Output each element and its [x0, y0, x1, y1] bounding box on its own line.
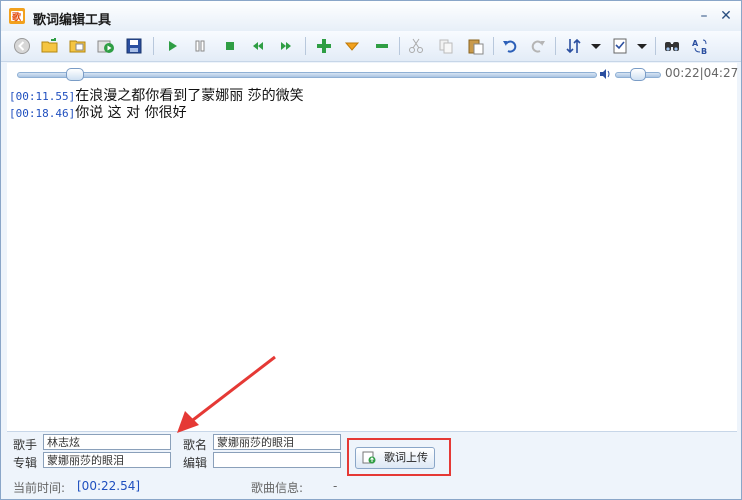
- annotation-highlight-box: [347, 438, 451, 476]
- time-readout: 00:22|04:27: [665, 66, 739, 80]
- open-file-icon[interactable]: [69, 37, 87, 55]
- lyric-editor-window: 歌 歌词编辑工具 – ✕ A B 00:22|04:27 [00:11.55]在…: [0, 0, 742, 500]
- toolbar-separator: [555, 37, 556, 55]
- svg-text:B: B: [701, 47, 707, 55]
- app-icon: 歌: [9, 8, 25, 24]
- current-time: 00:22: [665, 66, 700, 80]
- stop-icon[interactable]: [221, 37, 239, 55]
- album-label: 专辑: [13, 456, 38, 470]
- lyric-line[interactable]: [00:18.46]你说 这 对 你很好: [9, 102, 187, 121]
- forward-icon[interactable]: [277, 37, 295, 55]
- redo-icon[interactable]: [529, 37, 547, 55]
- song-info-label: 歌曲信息:: [251, 481, 304, 495]
- toolbar-separator: [153, 37, 154, 55]
- copy-icon[interactable]: [437, 37, 455, 55]
- song-info-value: -: [333, 479, 338, 493]
- window-title: 歌词编辑工具: [33, 13, 112, 28]
- svg-text:歌: 歌: [12, 11, 22, 23]
- paste-icon[interactable]: [467, 37, 485, 55]
- lyric-line[interactable]: [00:11.55]在浪漫之都你看到了蒙娜丽 莎的微笑: [9, 85, 304, 104]
- minimize-button[interactable]: –: [695, 7, 713, 25]
- annotation-arrow: [177, 355, 276, 433]
- undo-icon[interactable]: [501, 37, 519, 55]
- dropdown-icon[interactable]: [633, 37, 651, 55]
- insert-down-icon[interactable]: [343, 37, 361, 55]
- title-bar: 歌 歌词编辑工具 – ✕: [1, 1, 741, 31]
- status-bar: 当前时间: [00:22.54] 歌曲信息: -: [1, 473, 741, 499]
- toolbar-separator: [655, 37, 656, 55]
- pause-icon[interactable]: [191, 37, 209, 55]
- lyric-timestamp: [00:18.46]: [9, 107, 76, 120]
- toolbar: A B: [1, 31, 741, 62]
- open-folder-icon[interactable]: [41, 37, 59, 55]
- current-time-label: 当前时间:: [13, 481, 66, 495]
- volume-slider-thumb[interactable]: [630, 68, 646, 81]
- checklist-icon[interactable]: [611, 37, 629, 55]
- singer-label: 歌手: [13, 438, 38, 452]
- song-title-label: 歌名: [183, 438, 208, 452]
- editor-field[interactable]: [213, 452, 341, 468]
- add-icon[interactable]: [315, 37, 333, 55]
- replace-icon[interactable]: A B: [691, 37, 709, 55]
- toolbar-separator: [493, 37, 494, 55]
- play-file-icon[interactable]: [97, 37, 115, 55]
- close-button[interactable]: ✕: [717, 7, 735, 25]
- cut-icon[interactable]: [407, 37, 425, 55]
- lyric-text: 你说 这 对 你很好: [75, 105, 187, 121]
- svg-text:A: A: [692, 39, 699, 48]
- sort-icon[interactable]: [565, 37, 583, 55]
- toolbar-separator: [305, 37, 306, 55]
- seek-slider[interactable]: [17, 72, 597, 78]
- back-icon[interactable]: [13, 37, 31, 55]
- current-time-value: [00:22.54]: [77, 479, 141, 493]
- volume-icon[interactable]: [599, 68, 611, 80]
- total-time: 04:27: [703, 66, 739, 80]
- play-icon[interactable]: [163, 37, 181, 55]
- toolbar-separator: [399, 37, 400, 55]
- singer-field[interactable]: 林志炫: [43, 434, 171, 450]
- seek-slider-thumb[interactable]: [66, 68, 84, 81]
- dropdown-icon[interactable]: [587, 37, 605, 55]
- lyrics-editor[interactable]: [00:11.55]在浪漫之都你看到了蒙娜丽 莎的微笑 [00:18.46]你说…: [7, 85, 737, 432]
- editor-label: 编辑: [183, 456, 208, 470]
- player-bar: 00:22|04:27: [7, 63, 739, 85]
- rewind-icon[interactable]: [249, 37, 267, 55]
- save-icon[interactable]: [125, 37, 143, 55]
- remove-icon[interactable]: [373, 37, 391, 55]
- find-icon[interactable]: [663, 37, 681, 55]
- album-field[interactable]: 蒙娜丽莎的眼泪: [43, 452, 171, 468]
